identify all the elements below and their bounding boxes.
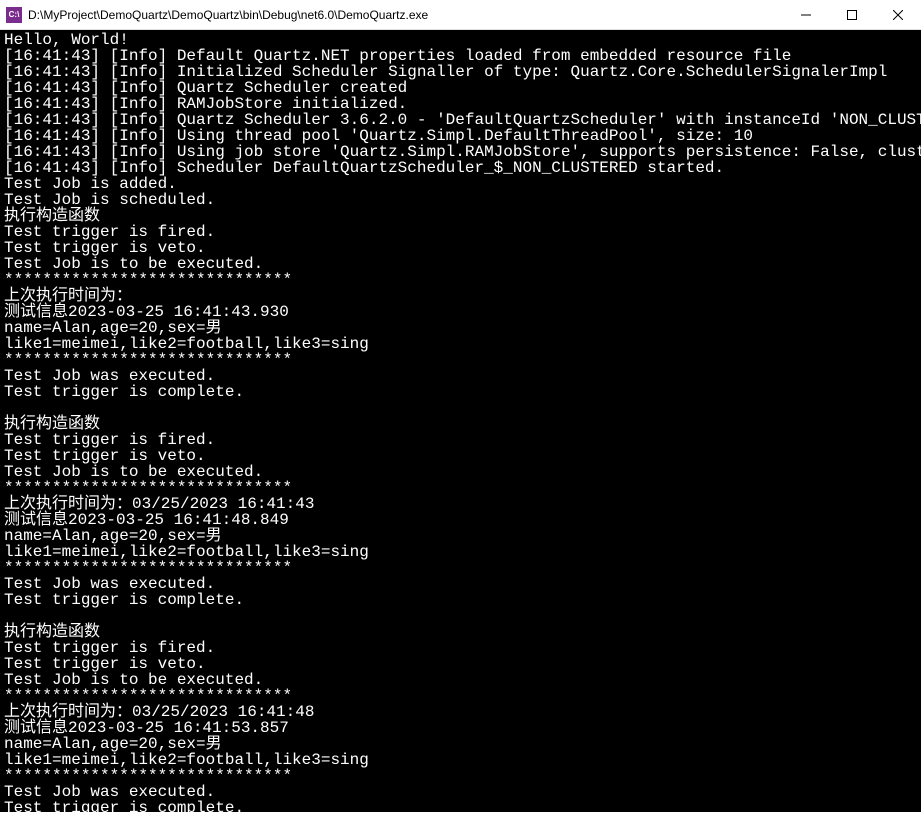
app-icon: C:\ [6, 7, 22, 23]
console-line: Test trigger is fired. [4, 432, 917, 448]
console-line: like1=meimei,like2=football,like3=sing [4, 752, 917, 768]
console-line: Test Job is scheduled. [4, 192, 917, 208]
console-line: Test trigger is complete. [4, 592, 917, 608]
console-line: Test trigger is veto. [4, 448, 917, 464]
console-line: [16:41:43] [Info] Using thread pool 'Qua… [4, 128, 917, 144]
console-line: like1=meimei,like2=football,like3=sing [4, 544, 917, 560]
close-button[interactable] [875, 0, 921, 29]
console-line: name=Alan,age=20,sex=男 [4, 528, 917, 544]
console-line: Test Job is to be executed. [4, 464, 917, 480]
console-line: 上次执行时间为：03/25/2023 16:41:48 [4, 704, 917, 720]
console-line [4, 608, 917, 624]
console-line: [16:41:43] [Info] Default Quartz.NET pro… [4, 48, 917, 64]
console-line: [16:41:43] [Info] Quartz Scheduler 3.6.2… [4, 112, 917, 128]
console-line: [16:41:43] [Info] Using job store 'Quart… [4, 144, 917, 160]
console-line: ****************************** [4, 560, 917, 576]
console-line: [16:41:43] [Info] Initialized Scheduler … [4, 64, 917, 80]
console-line: 上次执行时间为： [4, 288, 917, 304]
console-output[interactable]: Hello, World![16:41:43] [Info] Default Q… [0, 30, 921, 812]
console-line: 执行构造函数 [4, 416, 917, 432]
maximize-icon [847, 10, 857, 20]
console-line: Test Job is added. [4, 176, 917, 192]
console-line: Test trigger is veto. [4, 656, 917, 672]
console-line: [16:41:43] [Info] Quartz Scheduler creat… [4, 80, 917, 96]
close-icon [893, 10, 903, 20]
console-line: Test trigger is complete. [4, 384, 917, 400]
console-line: like1=meimei,like2=football,like3=sing [4, 336, 917, 352]
console-line: 上次执行时间为：03/25/2023 16:41:43 [4, 496, 917, 512]
console-line: name=Alan,age=20,sex=男 [4, 320, 917, 336]
console-line: Test trigger is veto. [4, 240, 917, 256]
console-line: ****************************** [4, 768, 917, 784]
console-line: name=Alan,age=20,sex=男 [4, 736, 917, 752]
console-line: Test Job is to be executed. [4, 256, 917, 272]
console-line: Test Job is to be executed. [4, 672, 917, 688]
minimize-icon [801, 10, 811, 20]
minimize-button[interactable] [783, 0, 829, 29]
console-line: ****************************** [4, 480, 917, 496]
console-line: Test trigger is fired. [4, 640, 917, 656]
console-line: Test trigger is fired. [4, 224, 917, 240]
console-line: ****************************** [4, 352, 917, 368]
console-line: ****************************** [4, 688, 917, 704]
console-line: 测试信息2023-03-25 16:41:48.849 [4, 512, 917, 528]
console-line: 执行构造函数 [4, 208, 917, 224]
console-line [4, 400, 917, 416]
console-line: [16:41:43] [Info] RAMJobStore initialize… [4, 96, 917, 112]
console-line: Test Job was executed. [4, 576, 917, 592]
console-line: Test trigger is complete. [4, 800, 917, 816]
console-line: Hello, World! [4, 32, 917, 48]
console-line: 执行构造函数 [4, 624, 917, 640]
title-bar: C:\ D:\MyProject\DemoQuartz\DemoQuartz\b… [0, 0, 921, 30]
console-line: 测试信息2023-03-25 16:41:53.857 [4, 720, 917, 736]
console-line: Test Job was executed. [4, 368, 917, 384]
console-line: 测试信息2023-03-25 16:41:43.930 [4, 304, 917, 320]
window-title: D:\MyProject\DemoQuartz\DemoQuartz\bin\D… [28, 8, 783, 22]
console-line: Test Job was executed. [4, 784, 917, 800]
console-line: ****************************** [4, 272, 917, 288]
app-icon-text: C:\ [9, 10, 20, 19]
maximize-button[interactable] [829, 0, 875, 29]
window-controls [783, 0, 921, 29]
console-line: [16:41:43] [Info] Scheduler DefaultQuart… [4, 160, 917, 176]
